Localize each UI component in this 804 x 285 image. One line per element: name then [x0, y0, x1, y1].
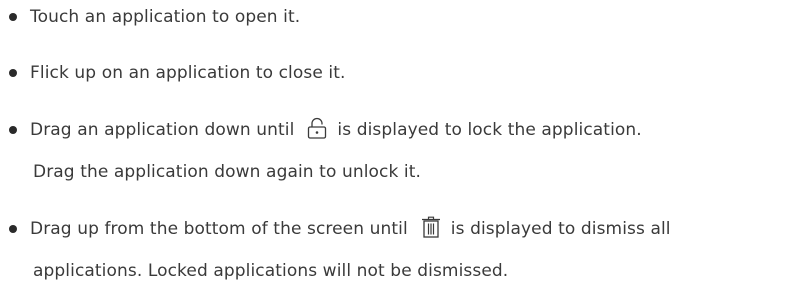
item-text-line-2: Drag the application down again to unloc… — [33, 162, 422, 182]
bullet-icon — [9, 69, 17, 77]
bullet-icon — [9, 13, 17, 21]
item-text-before-icon: Drag up from the bottom of the screen un… — [30, 219, 408, 239]
item-text-line-2: applications. Locked applications will n… — [33, 261, 509, 281]
trash-icon — [421, 216, 441, 238]
bullet-icon — [9, 126, 17, 134]
item-text-line-1: Drag up from the bottom of the screen un… — [30, 216, 671, 240]
item-text-after-icon: is displayed to dismiss all — [450, 219, 671, 239]
item-text: Flick up on an application to close it. — [30, 63, 346, 83]
item-text-before-icon: Drag an application down until — [30, 120, 295, 140]
item-text-line-1: Drag an application down until is displa… — [30, 117, 642, 141]
instruction-list: Touch an application to open it. Flick u… — [0, 0, 804, 285]
item-text-after-icon: is displayed to lock the application. — [337, 120, 642, 140]
lock-icon — [307, 117, 327, 139]
item-text: Touch an application to open it. — [30, 7, 301, 27]
bullet-icon — [9, 225, 17, 233]
